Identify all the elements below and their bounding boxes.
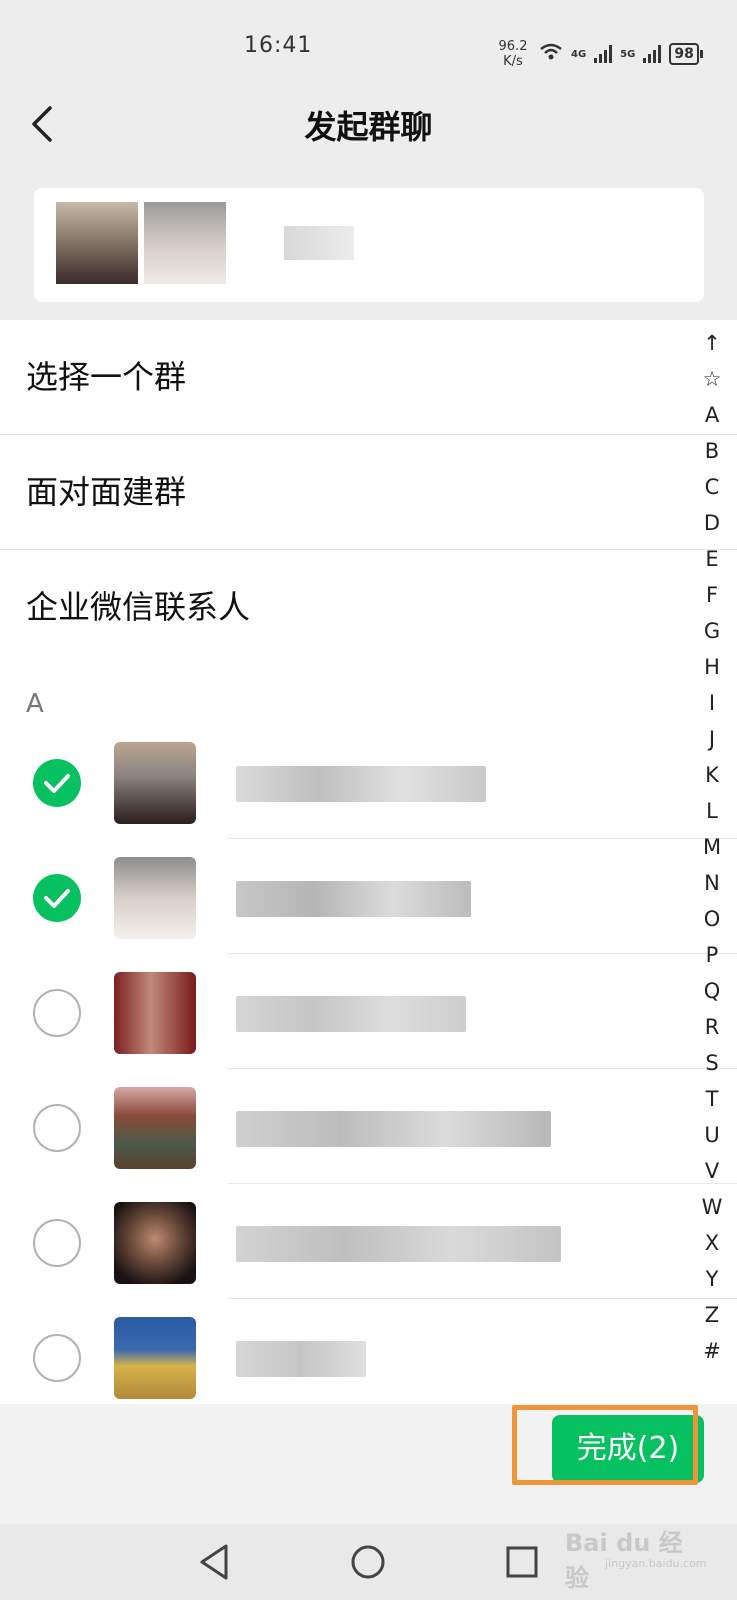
index-letter[interactable]: ☆ xyxy=(692,361,732,397)
contact-name-blurred xyxy=(236,881,471,917)
contact-name-blurred xyxy=(236,1226,561,1262)
index-letter[interactable]: Q xyxy=(692,973,732,1009)
signal-bars-icon xyxy=(594,45,613,63)
checkbox-unchecked-icon[interactable] xyxy=(33,1219,81,1267)
contact-row[interactable] xyxy=(0,839,737,954)
index-letter[interactable]: F xyxy=(692,577,732,613)
index-letter[interactable]: O xyxy=(692,901,732,937)
selected-avatar[interactable] xyxy=(144,202,226,284)
signal-bars-icon xyxy=(643,45,662,63)
index-letter[interactable]: B xyxy=(692,433,732,469)
alphabet-index[interactable]: ↑ ☆ A B C D E F G H I J K L M N O P Q R S T U V W X Y Z # xyxy=(692,325,732,1369)
face-to-face-group-item[interactable]: 面对面建群 xyxy=(0,435,737,550)
signal-5g-label: 5G xyxy=(620,48,636,60)
index-letter[interactable]: G xyxy=(692,613,732,649)
page-title: 发起群聊 xyxy=(304,108,433,146)
search-input[interactable] xyxy=(284,226,354,260)
back-triangle-icon[interactable] xyxy=(194,1540,238,1584)
checkbox-unchecked-icon[interactable] xyxy=(33,989,81,1037)
signal-4g-label: 4G xyxy=(571,48,587,60)
avatar xyxy=(114,1317,196,1399)
index-letter[interactable]: D xyxy=(692,505,732,541)
index-letter[interactable]: M xyxy=(692,829,732,865)
wecom-contacts-item[interactable]: 企业微信联系人 xyxy=(0,550,737,665)
checkbox-unchecked-icon[interactable] xyxy=(33,1104,81,1152)
contact-name-blurred xyxy=(236,1341,366,1377)
contact-name-blurred xyxy=(236,1111,551,1147)
index-letter[interactable]: K xyxy=(692,757,732,793)
index-letter[interactable]: L xyxy=(692,793,732,829)
index-letter[interactable]: J xyxy=(692,721,732,757)
contact-row[interactable] xyxy=(0,724,737,839)
select-group-item[interactable]: 选择一个群 xyxy=(0,320,737,435)
contact-row[interactable] xyxy=(0,1184,737,1299)
contact-name-blurred xyxy=(236,766,486,802)
index-letter[interactable]: S xyxy=(692,1045,732,1081)
checkbox-checked-icon[interactable] xyxy=(33,759,81,807)
checkbox-unchecked-icon[interactable] xyxy=(33,1334,81,1382)
index-letter[interactable]: E xyxy=(692,541,732,577)
index-letter[interactable]: I xyxy=(692,685,732,721)
navigation-bar: 发起群聊 xyxy=(0,88,737,160)
status-bar: 16:41 96.2 K/s 4G 5G 98 xyxy=(0,0,737,95)
selected-members-bar[interactable] xyxy=(34,188,704,302)
index-letter[interactable]: ↑ xyxy=(692,325,732,361)
index-letter[interactable]: C xyxy=(692,469,732,505)
status-icons: 96.2 K/s 4G 5G 98 xyxy=(495,34,704,74)
index-letter[interactable]: P xyxy=(692,937,732,973)
home-circle-icon[interactable] xyxy=(346,1540,390,1584)
battery-icon: 98 xyxy=(669,43,704,65)
watermark: Bai du 经验 jingyan.baidu.com xyxy=(565,1523,707,1592)
avatar xyxy=(114,742,196,824)
menu-list: 选择一个群 面对面建群 企业微信联系人 xyxy=(0,320,737,665)
index-letter[interactable]: Z xyxy=(692,1297,732,1333)
index-letter[interactable]: T xyxy=(692,1081,732,1117)
contact-row[interactable] xyxy=(0,1069,737,1184)
contact-row[interactable] xyxy=(0,1299,737,1414)
contact-list: A xyxy=(0,664,737,1414)
selected-avatar[interactable] xyxy=(56,202,138,284)
index-letter[interactable]: W xyxy=(692,1189,732,1225)
avatar xyxy=(114,857,196,939)
index-letter[interactable]: V xyxy=(692,1153,732,1189)
index-letter[interactable]: A xyxy=(692,397,732,433)
contact-name-blurred xyxy=(236,996,466,1032)
index-letter[interactable]: N xyxy=(692,865,732,901)
net-speed: 96.2 K/s xyxy=(495,39,531,69)
index-letter[interactable]: H xyxy=(692,649,732,685)
index-letter[interactable]: Y xyxy=(692,1261,732,1297)
contact-row[interactable] xyxy=(0,954,737,1069)
avatar xyxy=(114,972,196,1054)
index-letter[interactable]: X xyxy=(692,1225,732,1261)
net-speed-value: 96.2 xyxy=(498,39,528,54)
index-letter[interactable]: U xyxy=(692,1117,732,1153)
avatar xyxy=(114,1202,196,1284)
checkbox-checked-icon[interactable] xyxy=(33,874,81,922)
section-header: A xyxy=(26,689,44,719)
highlight-box xyxy=(512,1405,698,1485)
recents-square-icon[interactable] xyxy=(500,1540,544,1584)
watermark-url: jingyan.baidu.com xyxy=(605,1557,707,1570)
index-letter[interactable]: # xyxy=(692,1333,732,1369)
status-time: 16:41 xyxy=(244,33,313,58)
index-letter[interactable]: R xyxy=(692,1009,732,1045)
net-speed-unit: K/s xyxy=(503,54,523,69)
wifi-icon xyxy=(539,43,563,65)
avatar xyxy=(114,1087,196,1169)
